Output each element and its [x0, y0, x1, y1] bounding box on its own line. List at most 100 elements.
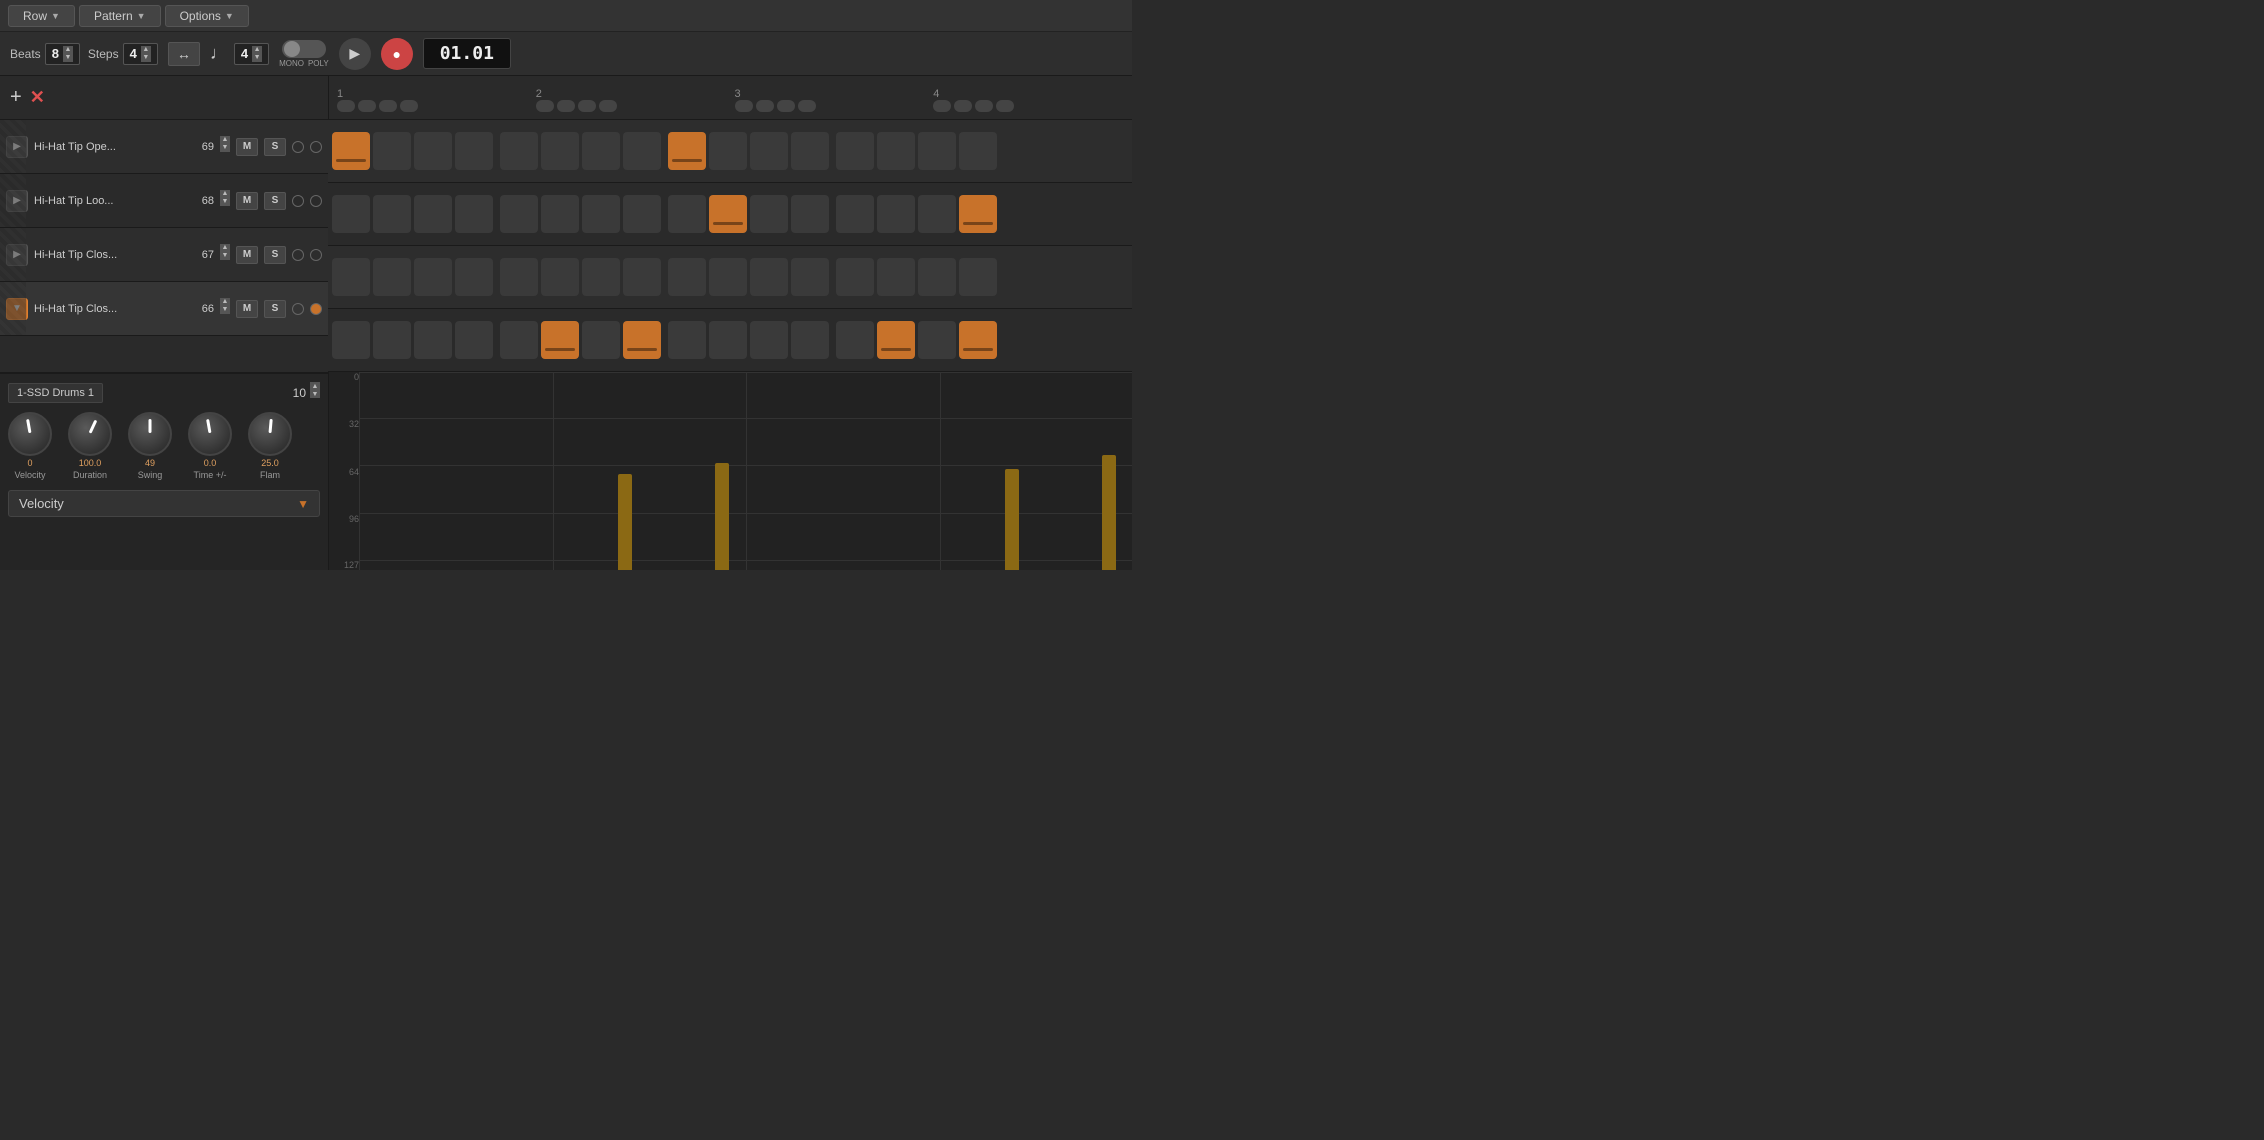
- step-cell[interactable]: [500, 321, 538, 359]
- track-num-down-2[interactable]: ▼: [220, 198, 230, 206]
- add-track-button[interactable]: +: [10, 86, 22, 109]
- track-num-down-4[interactable]: ▼: [220, 306, 230, 314]
- track-num-up-1[interactable]: ▲: [220, 136, 230, 144]
- step-cell[interactable]: [541, 258, 579, 296]
- steps-down[interactable]: ▼: [141, 54, 151, 62]
- step-cell[interactable]: [959, 321, 997, 359]
- step-cell[interactable]: [373, 321, 411, 359]
- step-cell[interactable]: [918, 258, 956, 296]
- menu-options[interactable]: Options ▼: [165, 5, 249, 27]
- time-sig-box[interactable]: 4 ▲ ▼: [234, 43, 269, 65]
- step-cell[interactable]: [877, 321, 915, 359]
- step-cell[interactable]: [668, 132, 706, 170]
- track-mute-1[interactable]: M: [236, 138, 258, 156]
- step-cell[interactable]: [582, 321, 620, 359]
- track-num-up-4[interactable]: ▲: [220, 298, 230, 306]
- step-cell[interactable]: [750, 258, 788, 296]
- step-cell[interactable]: [836, 195, 874, 233]
- track-mute-2[interactable]: M: [236, 192, 258, 210]
- menu-pattern[interactable]: Pattern ▼: [79, 5, 161, 27]
- step-cell[interactable]: [373, 195, 411, 233]
- step-cell[interactable]: [709, 258, 747, 296]
- step-cell[interactable]: [791, 132, 829, 170]
- swing-knob[interactable]: [128, 412, 172, 456]
- step-cell[interactable]: [623, 321, 661, 359]
- step-cell[interactable]: [918, 195, 956, 233]
- mono-poly-toggle[interactable]: MONO POLY: [279, 40, 329, 68]
- step-cell[interactable]: [709, 321, 747, 359]
- step-cell[interactable]: [414, 132, 452, 170]
- play-button[interactable]: ▶: [339, 38, 371, 70]
- step-cell[interactable]: [414, 195, 452, 233]
- step-cell[interactable]: [455, 258, 493, 296]
- step-cell[interactable]: [623, 258, 661, 296]
- record-button[interactable]: ●: [381, 38, 413, 70]
- step-cell[interactable]: [877, 132, 915, 170]
- menu-row[interactable]: Row ▼: [8, 5, 75, 27]
- step-cell[interactable]: [373, 132, 411, 170]
- track-num-up-2[interactable]: ▲: [220, 190, 230, 198]
- step-cell[interactable]: [455, 321, 493, 359]
- mono-poly-switch[interactable]: [282, 40, 326, 58]
- velocity-dropdown[interactable]: Velocity ▼: [8, 490, 320, 517]
- step-cell[interactable]: [500, 195, 538, 233]
- duration-knob[interactable]: [68, 412, 112, 456]
- flam-knob[interactable]: [248, 412, 292, 456]
- step-cell[interactable]: [668, 258, 706, 296]
- step-cell[interactable]: [877, 258, 915, 296]
- step-cell[interactable]: [877, 195, 915, 233]
- step-cell[interactable]: [332, 132, 370, 170]
- steps-box[interactable]: 4 ▲ ▼: [123, 43, 158, 65]
- step-cell[interactable]: [541, 195, 579, 233]
- step-cell[interactable]: [668, 321, 706, 359]
- step-cell[interactable]: [623, 132, 661, 170]
- step-cell[interactable]: [582, 132, 620, 170]
- step-cell[interactable]: [836, 258, 874, 296]
- step-cell[interactable]: [750, 321, 788, 359]
- beats-box[interactable]: 8 ▲ ▼: [45, 43, 80, 65]
- step-cell[interactable]: [959, 132, 997, 170]
- beats-up[interactable]: ▲: [63, 46, 73, 54]
- step-cell[interactable]: [500, 258, 538, 296]
- step-cell[interactable]: [541, 321, 579, 359]
- step-cell[interactable]: [332, 195, 370, 233]
- step-cell[interactable]: [373, 258, 411, 296]
- step-cell[interactable]: [500, 132, 538, 170]
- remove-track-button[interactable]: ✕: [30, 87, 45, 108]
- step-cell[interactable]: [959, 258, 997, 296]
- step-cell[interactable]: [332, 258, 370, 296]
- velocity-knob[interactable]: [8, 412, 52, 456]
- step-cell[interactable]: [582, 258, 620, 296]
- step-cell[interactable]: [414, 258, 452, 296]
- step-cell[interactable]: [750, 195, 788, 233]
- track-row[interactable]: ▶ Hi-Hat Tip Loo... 68 ▲ ▼ M S: [0, 174, 328, 228]
- track-row[interactable]: ▼ Hi-Hat Tip Clos... 66 ▲ ▼ M S: [0, 282, 328, 336]
- track-solo-2[interactable]: S: [264, 192, 286, 210]
- step-cell[interactable]: [750, 132, 788, 170]
- step-cell[interactable]: [668, 195, 706, 233]
- track-row[interactable]: ▶ Hi-Hat Tip Ope... 69 ▲ ▼ M S: [0, 120, 328, 174]
- instrument-num-down[interactable]: ▼: [310, 390, 320, 398]
- step-cell[interactable]: [836, 321, 874, 359]
- step-cell[interactable]: [918, 321, 956, 359]
- track-row[interactable]: ▶ Hi-Hat Tip Clos... 67 ▲ ▼ M S: [0, 228, 328, 282]
- step-cell[interactable]: [455, 195, 493, 233]
- step-cell[interactable]: [455, 132, 493, 170]
- step-cell[interactable]: [541, 132, 579, 170]
- track-mute-3[interactable]: M: [236, 246, 258, 264]
- track-solo-1[interactable]: S: [264, 138, 286, 156]
- track-num-down-3[interactable]: ▼: [220, 252, 230, 260]
- step-cell[interactable]: [918, 132, 956, 170]
- beats-down[interactable]: ▼: [63, 54, 73, 62]
- step-cell[interactable]: [623, 195, 661, 233]
- track-solo-4[interactable]: S: [264, 300, 286, 318]
- step-cell[interactable]: [709, 195, 747, 233]
- track-solo-3[interactable]: S: [264, 246, 286, 264]
- step-cell[interactable]: [959, 195, 997, 233]
- time-knob[interactable]: [188, 412, 232, 456]
- time-sig-down[interactable]: ▼: [252, 54, 262, 62]
- step-cell[interactable]: [791, 321, 829, 359]
- track-num-up-3[interactable]: ▲: [220, 244, 230, 252]
- track-num-down-1[interactable]: ▼: [220, 144, 230, 152]
- track-mute-4[interactable]: M: [236, 300, 258, 318]
